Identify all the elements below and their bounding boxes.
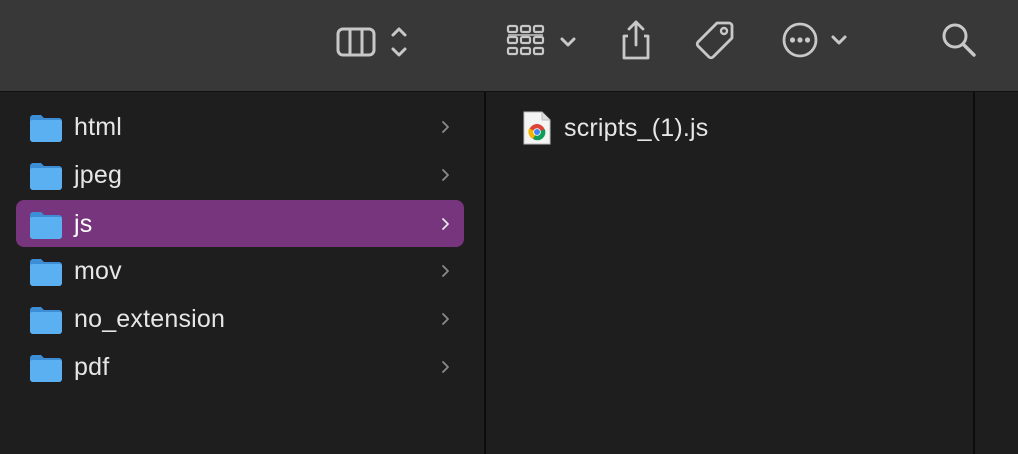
ellipsis-circle-icon [782,22,847,58]
folders-column: html jpeg js mov no_extension pdf [0,92,484,454]
chevron-right-icon [442,121,449,133]
chevron-right-icon [442,313,449,325]
folder-icon [30,115,62,142]
folder-icon [30,163,62,190]
chevron-right-icon [442,169,449,181]
chevron-right-icon [442,218,449,230]
share-button[interactable] [614,16,658,64]
folder-label: js [74,210,93,238]
tag-icon [695,21,734,60]
share-icon [622,20,650,60]
search-button[interactable] [938,16,980,64]
tags-button[interactable] [692,16,738,64]
columns-view-icon [336,27,407,57]
folder-icon [30,307,62,334]
file-label: scripts_(1).js [564,114,709,142]
preview-column [975,92,1018,454]
view-mode-button[interactable] [334,16,414,64]
folder-icon [30,355,62,382]
more-actions-button[interactable] [780,16,852,64]
folder-row-jpeg[interactable]: jpeg [16,151,464,198]
toolbar [0,0,1018,92]
folder-label: no_extension [74,305,226,333]
folder-row-mov[interactable]: mov [16,247,464,294]
folder-label: jpeg [74,161,123,189]
folder-row-no-extension[interactable]: no_extension [16,295,464,342]
folder-label: mov [74,257,122,285]
folder-label: html [74,113,123,141]
file-row-scripts-1-js[interactable]: scripts_(1).js [506,106,946,150]
folder-icon [30,259,62,286]
search-icon [942,23,976,57]
group-by-button[interactable] [504,16,582,64]
folder-row-html[interactable]: html [16,103,464,150]
folder-row-pdf[interactable]: pdf [16,343,464,390]
chevron-right-icon [442,265,449,277]
finder-window: html jpeg js mov no_extension pdf script… [0,0,1018,454]
files-column: scripts_(1).js [486,92,973,454]
chevron-right-icon [442,361,449,373]
folder-icon [30,212,62,239]
chrome-document-icon [523,111,551,145]
folder-label: pdf [74,353,110,381]
grid-group-icon [506,24,576,56]
folder-row-js[interactable]: js [16,200,464,247]
